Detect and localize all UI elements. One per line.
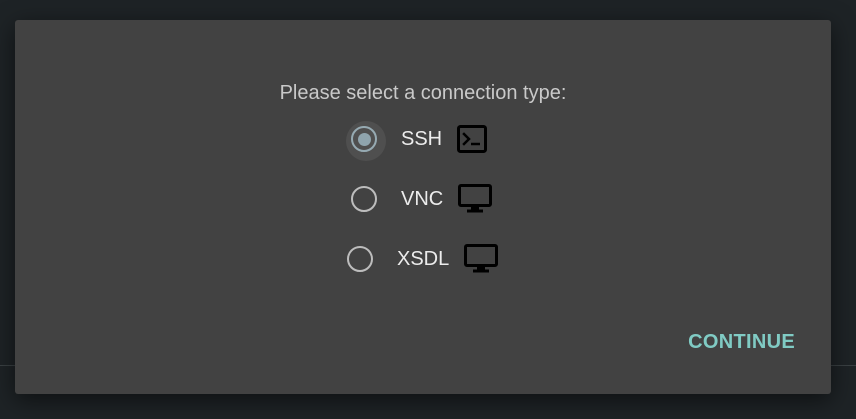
option-vnc[interactable]: VNC	[351, 179, 493, 219]
option-vnc-label: VNC	[401, 188, 444, 210]
radio-xsdl[interactable]	[347, 246, 373, 272]
monitor-icon	[464, 244, 499, 274]
radio-vnc[interactable]	[351, 186, 377, 212]
connection-type-dialog: Please select a connection type: SSH VNC	[15, 20, 831, 394]
radio-focus-halo	[346, 121, 386, 161]
option-xsdl-label: XSDL	[397, 248, 450, 270]
option-xsdl[interactable]: XSDL	[347, 239, 499, 279]
option-ssh-label: SSH	[401, 128, 443, 150]
continue-button[interactable]: CONTINUE	[688, 332, 795, 352]
radio-ssh[interactable]	[346, 121, 386, 161]
dialog-prompt: Please select a connection type:	[279, 82, 567, 104]
option-ssh[interactable]: SSH	[346, 119, 488, 161]
terminal-icon	[457, 125, 488, 153]
monitor-icon	[458, 184, 493, 214]
